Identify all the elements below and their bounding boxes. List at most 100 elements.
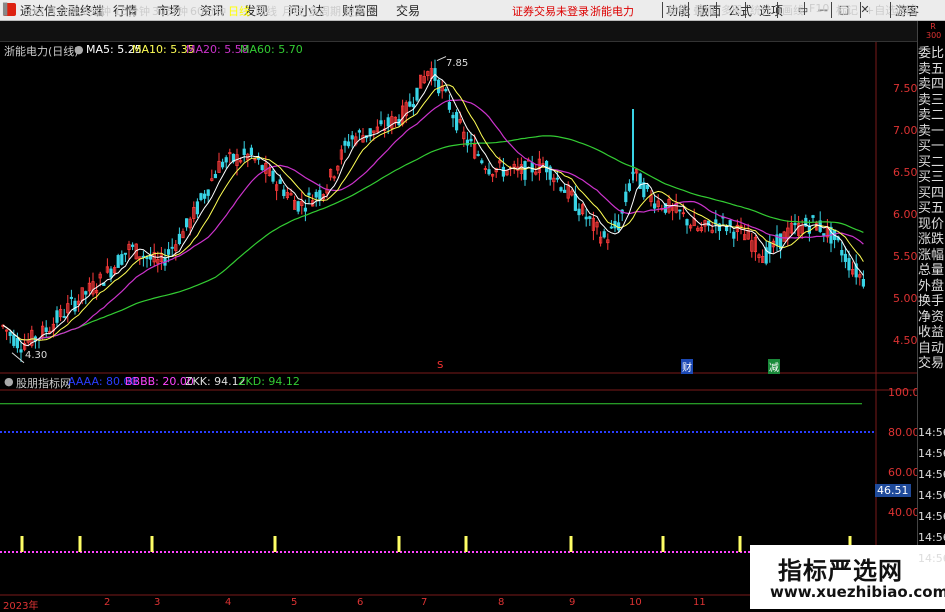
current-value-badge: 46.51 [875, 484, 911, 497]
kline-chart[interactable] [0, 42, 918, 609]
price-tick: 5.50 [893, 250, 918, 263]
period-5min[interactable]: 5分钟 [82, 3, 111, 19]
price-tick: 7.00 [893, 124, 918, 137]
signal-bar [150, 536, 154, 552]
period-60min[interactable]: 60分钟 [190, 3, 226, 19]
event-marker-finance[interactable]: 财 [681, 359, 693, 374]
candle-body [84, 291, 88, 295]
side-panel-time: 14:56 [918, 447, 945, 460]
candle-body [242, 148, 246, 156]
legend-zkd: ZKD: 94.12 [238, 375, 300, 388]
low-price-label: 4.30 [25, 350, 48, 361]
period-1min[interactable]: 1分钟 [50, 3, 79, 19]
candle-body [170, 246, 174, 249]
side-panel-time: 14:56 [918, 510, 945, 523]
tool-f10[interactable]: F10 [804, 2, 829, 15]
candle-body [843, 253, 848, 262]
candle-body [411, 104, 416, 108]
month-tick: 11 [693, 597, 706, 608]
candle-body [728, 220, 732, 226]
side-panel-item: 收益 [918, 325, 945, 340]
side-panel-time: 14:56 [918, 489, 945, 502]
side-panel-item: 卖五 [918, 61, 945, 77]
candle-body [386, 117, 390, 127]
signal-bar [661, 536, 665, 552]
candle-body [480, 160, 484, 164]
candle-body [357, 130, 362, 133]
candle-body [148, 255, 153, 260]
side-panel-time: 14:56 [918, 552, 945, 565]
tool-overlay[interactable]: 叠加 [688, 2, 715, 18]
candle-body [55, 310, 59, 323]
period-weekly[interactable]: 周线 [255, 3, 277, 19]
period-timeshare[interactable]: 分时 [22, 3, 44, 19]
candle-body [811, 215, 815, 218]
event-marker-s[interactable]: S [437, 360, 443, 371]
candle-body [69, 296, 73, 299]
period-more[interactable]: 更多 [344, 3, 366, 19]
chart-title: 浙能电力(日线) [4, 45, 79, 58]
legend-circle-icon[interactable]: ● [74, 43, 84, 56]
tool-draw[interactable]: 画线 [777, 2, 804, 18]
event-marker-reduce[interactable]: 减 [768, 359, 780, 374]
side-panel-item: 交易 [918, 356, 945, 371]
period-multi[interactable]: 多周期 [308, 3, 341, 19]
tool-back[interactable]: 返回 [890, 2, 917, 18]
side-panel-item: 总量 [918, 263, 945, 278]
candle-body [195, 201, 199, 215]
candle-body [343, 140, 347, 146]
candle-body [346, 141, 351, 147]
signal-bar [78, 536, 82, 552]
candle-body [314, 191, 318, 198]
indicator-tick: 80.00 [888, 426, 920, 439]
stock-name-notice: 浙能电力 [590, 5, 634, 18]
toolbar-grip-icon: ▌ [3, 3, 12, 16]
price-tick: 6.50 [893, 166, 918, 179]
candle-body [350, 135, 354, 140]
side-panel-time: 14:56 [918, 531, 945, 544]
side-panel-time: 14:56 [918, 426, 945, 439]
period-toolbar [0, 21, 945, 42]
candle-body [501, 166, 506, 177]
period-monthly[interactable]: 月线 [282, 3, 304, 19]
candle-body [653, 203, 657, 209]
side-panel-item: 外盘 [918, 278, 945, 294]
candle-body [379, 120, 383, 125]
candle-body [184, 218, 189, 228]
candle-body [436, 79, 441, 94]
tool-multi-stock[interactable]: 多股 [716, 2, 743, 18]
indicator-title: 股朋指标网 [16, 377, 71, 390]
candle-body [123, 252, 127, 255]
signal-bar [569, 536, 573, 552]
candle-body [44, 327, 48, 332]
tool-adjust[interactable]: 复权 [662, 2, 689, 18]
candle-body [224, 157, 228, 163]
candle-body [861, 278, 866, 287]
month-tick: 6 [357, 597, 364, 608]
side-panel-item: 委比 [918, 46, 945, 61]
candle-body [62, 316, 66, 318]
candle-body [260, 165, 264, 171]
candle-body [793, 223, 797, 226]
menu-trade[interactable]: 交易 [396, 2, 420, 19]
candle-body [278, 179, 282, 184]
ma10-line [2, 84, 864, 341]
login-notice[interactable]: 证券交易未登录 [512, 3, 589, 19]
legend-ma60: MA60: 5.70 [240, 43, 303, 56]
period-daily[interactable]: 日线 [228, 3, 250, 19]
candle-body [15, 337, 20, 349]
candle-body [609, 226, 614, 229]
tool-stats[interactable]: 统计 [745, 2, 772, 18]
side-panel-time: 14:56 [918, 468, 945, 481]
month-tick: 5 [291, 597, 298, 608]
candle-body [476, 154, 480, 156]
candle-body [523, 161, 527, 180]
tool-mark[interactable]: 标记 [831, 2, 858, 18]
indicator-circle-icon[interactable]: ● [4, 375, 14, 388]
period-30min[interactable]: 30分钟 [152, 3, 188, 19]
indicator-tick: 40.00 [888, 506, 920, 519]
chevron-right-icon[interactable]: › [368, 3, 372, 16]
period-15min[interactable]: 15分钟 [114, 3, 150, 19]
candle-body [120, 254, 124, 265]
signal-bar [738, 536, 742, 552]
